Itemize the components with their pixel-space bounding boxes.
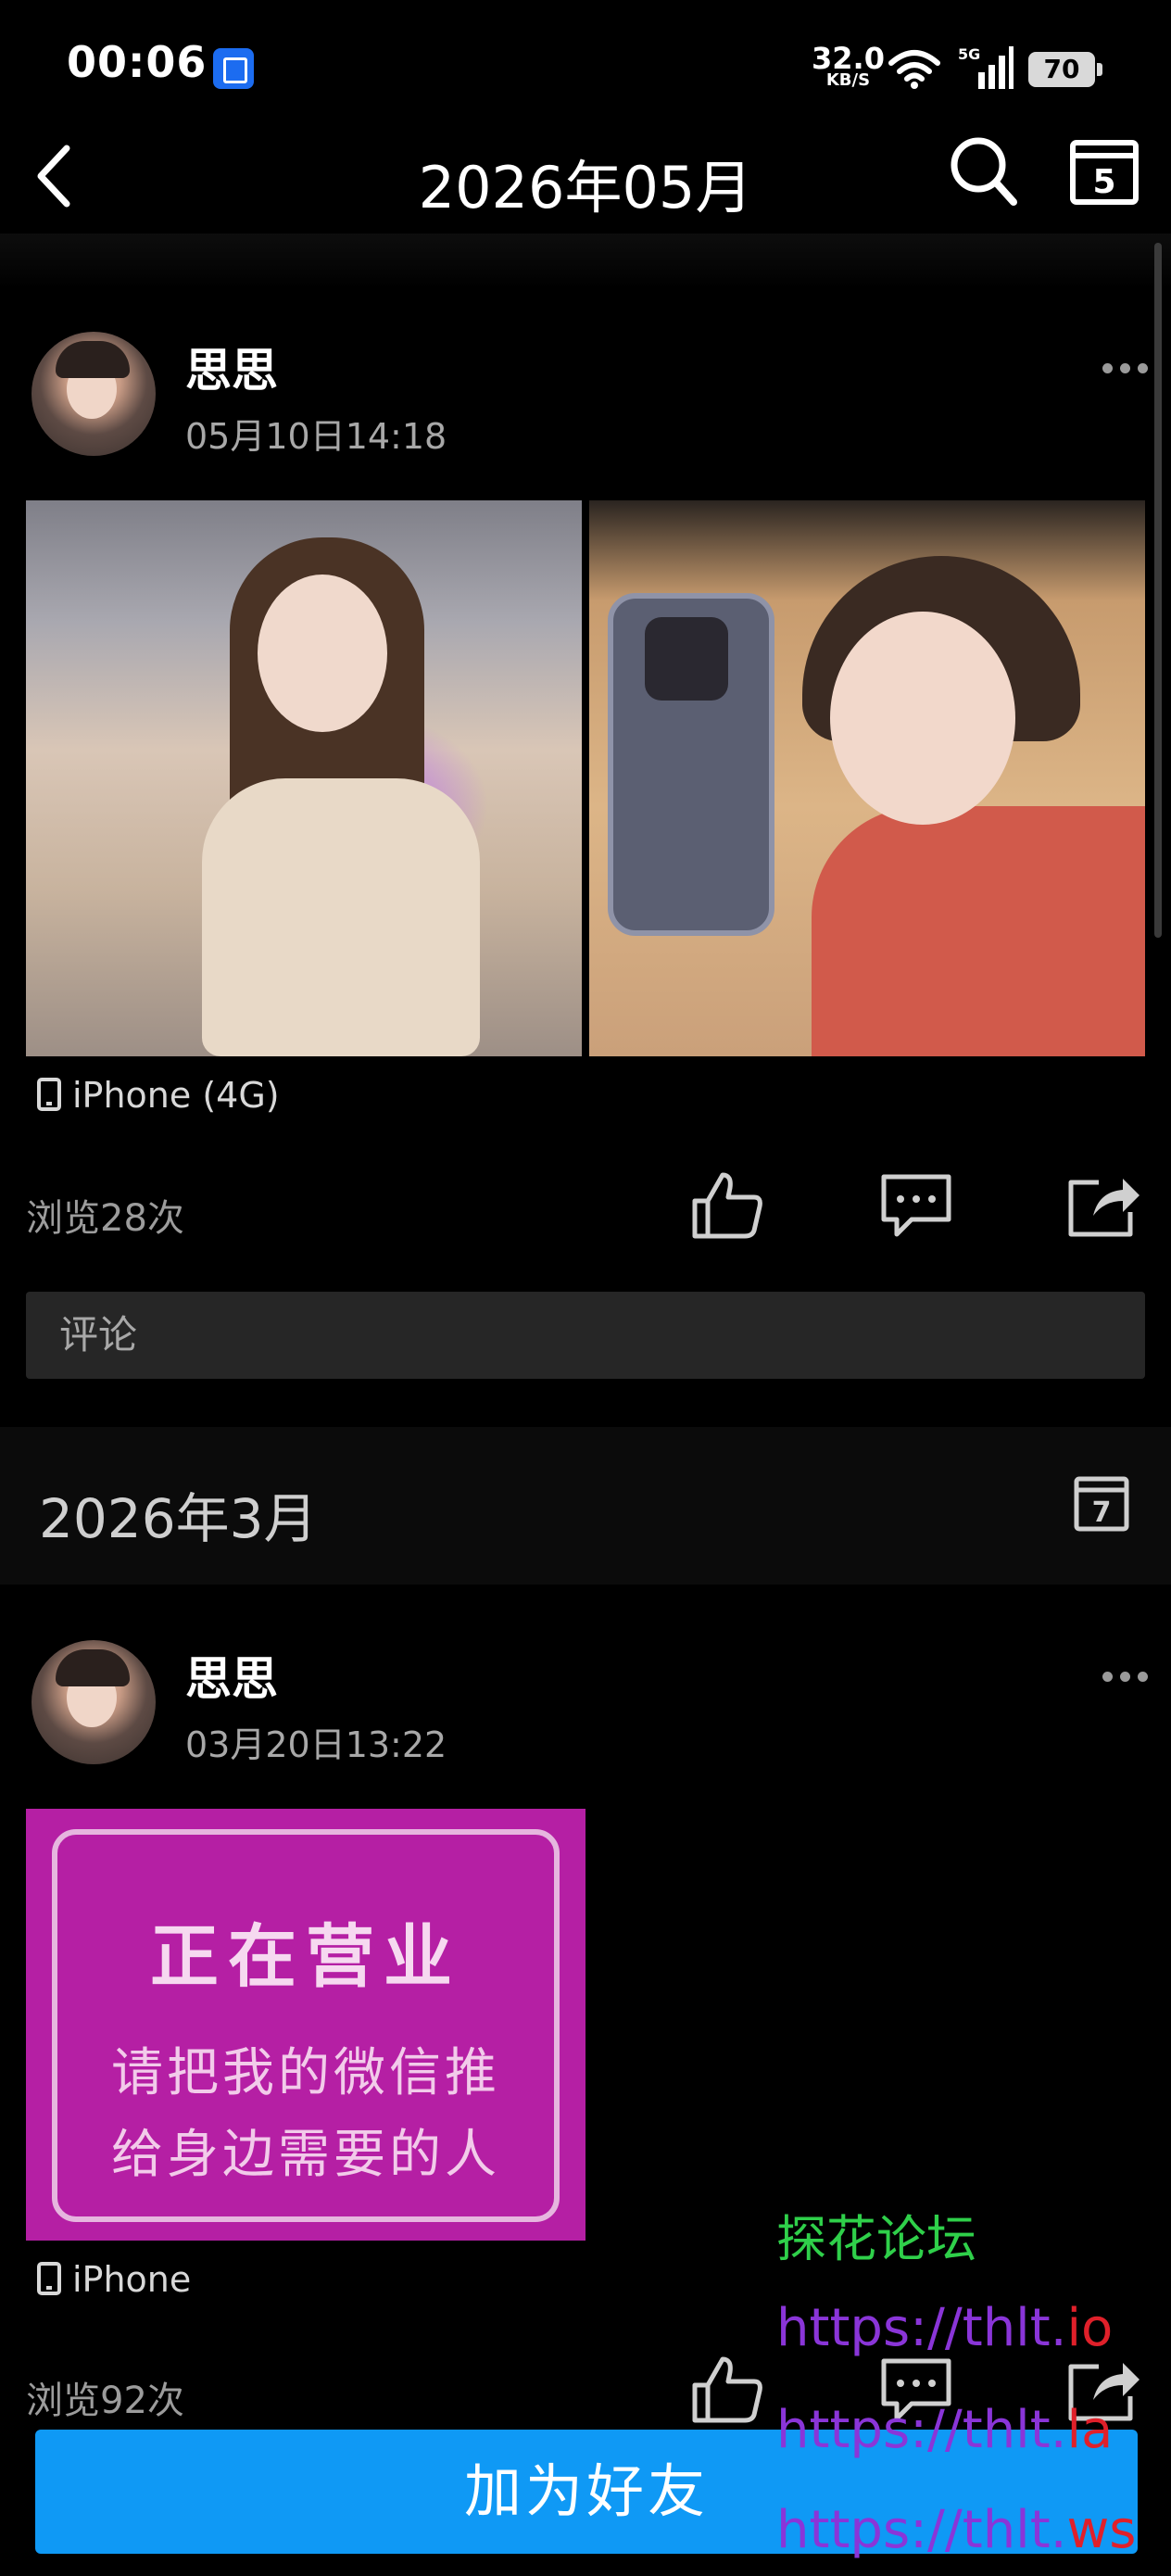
watermark-url-prefix: https://thlt. [776,2298,1067,2358]
comment-input[interactable]: 评论 [26,1292,1145,1379]
status-bar: 00:06 32.0 KB/S 5G 70 [0,0,1171,130]
watermark-url: https://thlt.la [776,2400,1113,2460]
month-divider: 2026年3月 7 [0,1427,1171,1585]
watermark-url-prefix: https://thlt. [776,2500,1067,2560]
status-time: 00:06 [67,37,208,87]
image-text-line: 请把我的微信推 [111,2043,500,2103]
watermark-forum-name: 探花论坛 [776,2210,976,2268]
post-time: 05月10日14:18 [185,416,447,457]
author-name[interactable]: 思思 [185,1642,278,1709]
post-time: 03月20日13:22 [185,1724,447,1765]
device-source: iPhone (4G) [37,1075,280,1116]
post-photo[interactable] [589,500,1145,1056]
network-type-label: 5G [958,45,980,63]
calendar-day-label: 7 [1092,1496,1112,1529]
phone-icon [37,2262,61,2295]
watermark-url: https://thlt.ws [776,2500,1136,2560]
network-speed: 32.0 KB/S [812,44,885,89]
image-text-line: 给身边需要的人 [111,2125,500,2185]
device-label: iPhone (4G) [72,1075,280,1116]
device-label: iPhone [72,2259,192,2300]
watermark-url-suffix: ws [1066,2500,1137,2560]
calendar-icon[interactable]: 7 [1073,1473,1130,1533]
view-count: 浏览28次 [26,1197,184,1240]
device-source: iPhone [37,2259,191,2300]
month-title: 2026年3月 [39,1487,318,1550]
header-shadow [0,234,1171,289]
share-icon[interactable] [1065,1169,1141,1240]
notification-app-icon [213,48,254,89]
watermark-url-suffix: la [1066,2400,1114,2460]
more-options-icon[interactable] [1102,363,1149,374]
calendar-icon[interactable]: 5 [1067,133,1141,208]
calendar-day-label: 5 [1092,163,1115,201]
comment-icon[interactable] [878,1171,954,1242]
watermark-url: https://thlt.io [776,2298,1113,2358]
avatar[interactable] [31,1640,156,1764]
phone-icon [37,1078,61,1111]
search-icon[interactable] [949,132,1019,209]
post-photo[interactable]: 正在营业 请把我的微信推 给身边需要的人 [26,1809,586,2241]
scrollbar[interactable] [1154,243,1162,938]
cellular-signal-icon: 5G [958,45,1014,89]
watermark-url-prefix: https://thlt. [776,2400,1067,2460]
like-icon[interactable] [689,1169,765,1240]
watermark-url-suffix: io [1066,2298,1114,2358]
author-name[interactable]: 思思 [185,334,278,400]
wifi-icon [888,50,940,89]
more-options-icon[interactable] [1102,1672,1149,1683]
top-nav: 2026年05月 5 [0,120,1171,232]
battery-indicator: 70 [1028,52,1102,87]
like-icon[interactable] [689,2354,765,2424]
avatar[interactable] [31,332,156,456]
post-photo[interactable] [26,500,582,1056]
view-count: 浏览92次 [26,2380,184,2422]
image-text-line: 正在营业 [150,1917,461,1997]
